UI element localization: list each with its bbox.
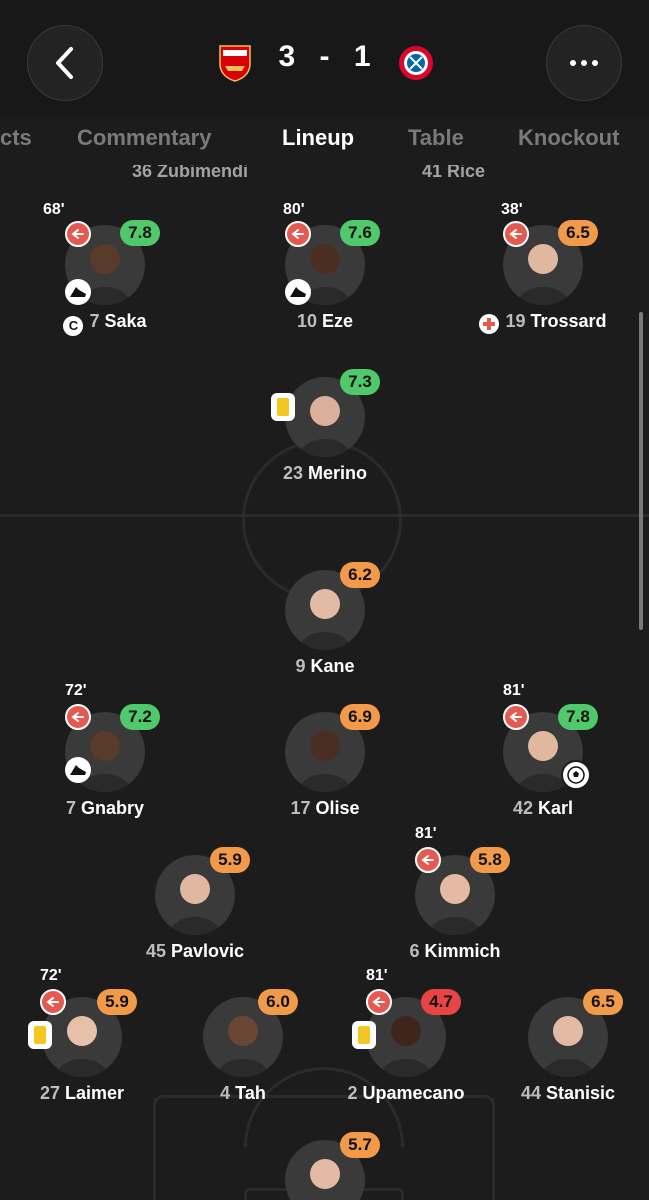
bayern-crest-icon bbox=[399, 46, 433, 80]
player-rating: 5.9 bbox=[210, 847, 250, 873]
player-gnabry[interactable]: 72' 7.2 7 Gnabry bbox=[25, 682, 185, 818]
cutoff-player-rice[interactable]: 41 Rice bbox=[422, 165, 485, 182]
player-rating: 5.7 bbox=[340, 1132, 380, 1158]
player-saka[interactable]: 68' 7.8 C 7 Saka bbox=[25, 201, 185, 336]
tab-table[interactable]: Table bbox=[408, 125, 464, 151]
yellow-card-icon bbox=[352, 1021, 376, 1049]
sub-minute: 72' bbox=[65, 682, 87, 699]
tab-lineup[interactable]: Lineup bbox=[282, 125, 354, 151]
player-name: 10 Eze bbox=[296, 311, 354, 331]
sub-minute: 68' bbox=[43, 201, 65, 218]
arsenal-crest-icon bbox=[219, 45, 251, 82]
player-rating: 7.8 bbox=[558, 704, 598, 730]
player-name: C 7 Saka bbox=[5, 311, 205, 336]
player-rating: 6.9 bbox=[340, 704, 380, 730]
sub-minute: 81' bbox=[366, 967, 388, 984]
player-merino[interactable]: 7.3 23 Merino bbox=[245, 357, 405, 483]
sub-minute: 72' bbox=[40, 967, 62, 984]
player-rating: 5.8 bbox=[470, 847, 510, 873]
player-name: 42 Karl bbox=[512, 798, 574, 818]
player-tah[interactable]: 6.0 4 Tah bbox=[163, 977, 323, 1103]
injury-icon bbox=[479, 314, 500, 334]
home-score: 3 bbox=[278, 40, 297, 73]
player-eze[interactable]: 80' 7.6 10 Eze bbox=[245, 201, 405, 331]
player-rating: 7.6 bbox=[340, 220, 380, 246]
sub-minute: 38' bbox=[501, 201, 523, 218]
more-dots-icon bbox=[570, 60, 598, 66]
player-karl[interactable]: 81' 7.8 42 Karl bbox=[463, 682, 623, 818]
tab-bar: cts Commentary Lineup Table Knockout bbox=[0, 115, 649, 165]
lineup-pitch: 36 Zubimendi 41 Rice 68' 7.8 C 7 Saka 80… bbox=[0, 165, 649, 1200]
player-rating: 6.0 bbox=[258, 989, 298, 1015]
tab-commentary[interactable]: Commentary bbox=[77, 125, 211, 151]
sub-off-icon bbox=[65, 704, 91, 730]
chevron-left-icon bbox=[56, 47, 73, 79]
player-laimer[interactable]: 72' 5.9 27 Laimer bbox=[2, 967, 162, 1103]
player-trossard[interactable]: 38' 6.5 19 Trossard bbox=[463, 201, 623, 334]
scoreline: 3 - 1 bbox=[255, 40, 395, 74]
sub-off-icon bbox=[503, 704, 529, 730]
tab-knockout[interactable]: Knockout bbox=[518, 125, 619, 151]
player-name: 44 Stanisic bbox=[520, 1083, 616, 1103]
score-separator: - bbox=[319, 40, 331, 73]
tab-facts[interactable]: cts bbox=[0, 125, 32, 151]
sub-minute: 80' bbox=[283, 201, 305, 218]
cutoff-player-zubimendi[interactable]: 36 Zubimendi bbox=[132, 165, 248, 182]
player-name: 45 Pavlovic bbox=[145, 941, 245, 961]
sub-off-icon bbox=[503, 221, 529, 247]
player-goalkeeper[interactable]: 5.7 bbox=[245, 1120, 405, 1200]
player-rating: 4.7 bbox=[421, 989, 461, 1015]
boot-assist-icon bbox=[65, 757, 91, 783]
sub-minute: 81' bbox=[415, 825, 437, 842]
player-name: 6 Kimmich bbox=[409, 941, 501, 961]
yellow-card-icon bbox=[28, 1021, 52, 1049]
sub-off-icon bbox=[366, 989, 392, 1015]
player-name: 23 Merino bbox=[282, 463, 368, 483]
sub-off-icon bbox=[40, 989, 66, 1015]
sub-off-icon bbox=[415, 847, 441, 873]
player-name: 19 Trossard bbox=[443, 311, 643, 334]
yellow-card-icon bbox=[271, 393, 295, 421]
player-pavlovic[interactable]: 5.9 45 Pavlovic bbox=[115, 835, 275, 961]
goal-ball-icon bbox=[561, 760, 591, 790]
more-options-button[interactable] bbox=[546, 25, 622, 101]
sub-off-icon bbox=[285, 221, 311, 247]
sub-minute: 81' bbox=[503, 682, 525, 699]
captain-icon: C bbox=[63, 315, 84, 336]
player-rating: 7.8 bbox=[120, 220, 160, 246]
player-rating: 6.2 bbox=[340, 562, 380, 588]
player-rating: 5.9 bbox=[97, 989, 137, 1015]
player-name: 9 Kane bbox=[295, 656, 355, 676]
boot-assist-icon bbox=[285, 279, 311, 305]
player-rating: 7.3 bbox=[340, 369, 380, 395]
player-name: 17 Olise bbox=[290, 798, 360, 818]
match-header: 3 - 1 bbox=[0, 0, 649, 115]
sub-off-icon bbox=[65, 221, 91, 247]
player-kane[interactable]: 6.2 9 Kane bbox=[245, 550, 405, 676]
player-rating: 6.5 bbox=[583, 989, 623, 1015]
player-olise[interactable]: 6.9 17 Olise bbox=[245, 692, 405, 818]
scrollbar[interactable] bbox=[639, 312, 643, 630]
back-button[interactable] bbox=[27, 25, 103, 101]
player-name: 7 Gnabry bbox=[65, 798, 145, 818]
away-score: 1 bbox=[353, 40, 372, 73]
player-rating: 7.2 bbox=[120, 704, 160, 730]
player-upamecano[interactable]: 81' 4.7 2 Upamecano bbox=[326, 967, 486, 1103]
boot-assist-icon bbox=[65, 279, 91, 305]
player-kimmich[interactable]: 81' 5.8 6 Kimmich bbox=[375, 825, 535, 961]
player-stanisic[interactable]: 6.5 44 Stanisic bbox=[488, 977, 648, 1103]
player-rating: 6.5 bbox=[558, 220, 598, 246]
